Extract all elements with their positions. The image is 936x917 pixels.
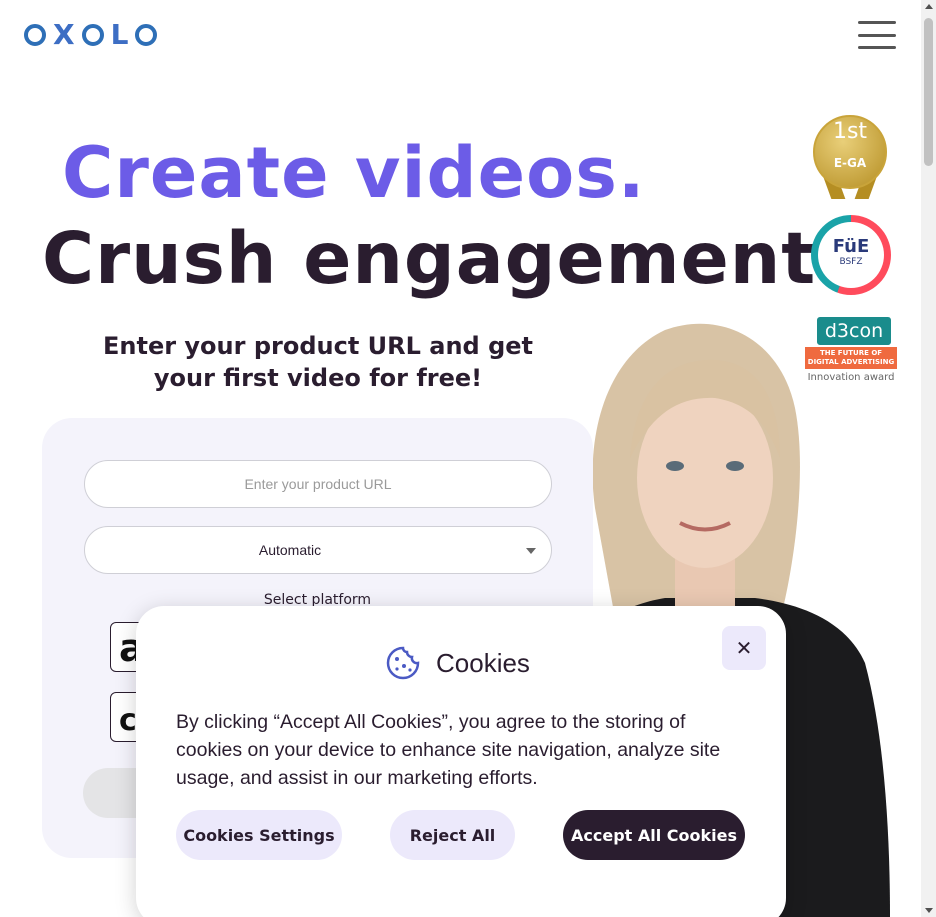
cookie-title: Cookies	[436, 647, 530, 678]
menu-bar	[858, 33, 896, 37]
platform-mode-select[interactable]: Automatic	[84, 526, 552, 574]
scroll-up-icon[interactable]	[925, 4, 933, 9]
headline-crush-engagement: Crush engagement.	[42, 217, 845, 300]
chevron-down-icon	[526, 548, 536, 554]
close-cookie-button[interactable]: ✕	[722, 626, 766, 670]
logo-letter-l: L	[110, 18, 129, 51]
scroll-down-icon[interactable]	[925, 908, 933, 913]
hero-subtitle: Enter your product URL and get your firs…	[102, 332, 534, 392]
cookie-body-text: By clicking “Accept All Cookies”, you ag…	[176, 711, 721, 789]
ega-rank: 1st	[832, 119, 868, 144]
ega-award-badge: 1st E-GA	[813, 115, 889, 199]
menu-bar	[858, 46, 896, 49]
hamburger-menu-icon[interactable]	[858, 21, 896, 49]
cookie-icon	[386, 646, 420, 680]
shopify-icon: c	[119, 703, 137, 738]
fue-sub: BSFZ	[839, 257, 863, 267]
menu-bar	[858, 21, 896, 24]
fue-badge-inner: FüE BSFZ	[818, 222, 884, 288]
logo-o-2	[81, 24, 104, 46]
fue-bsfz-badge: FüE BSFZ	[811, 215, 891, 295]
ega-label: E-GA	[833, 156, 867, 170]
logo-letter-x: X	[53, 18, 75, 51]
logo-o-3	[135, 24, 158, 46]
cookie-header: Cookies	[386, 646, 530, 680]
close-icon: ✕	[735, 636, 753, 660]
cookie-consent-dialog: ✕ Cookies By clicking “Accept All Cookie…	[136, 606, 786, 917]
product-url-input[interactable]	[84, 460, 552, 508]
accept-all-cookies-button[interactable]: Accept All Cookies	[563, 810, 745, 860]
scrollbar-thumb[interactable]	[924, 18, 933, 166]
fue-label: FüE	[832, 236, 870, 257]
oxolo-logo[interactable]: X L	[24, 18, 158, 51]
select-value: Automatic	[258, 542, 322, 558]
reject-all-button[interactable]: Reject All	[390, 810, 515, 860]
headline-create-videos: Create videos.	[62, 132, 646, 214]
logo-o-1	[24, 24, 46, 46]
cookies-settings-button[interactable]: Cookies Settings	[176, 810, 342, 860]
page-scrollbar[interactable]	[921, 0, 936, 917]
